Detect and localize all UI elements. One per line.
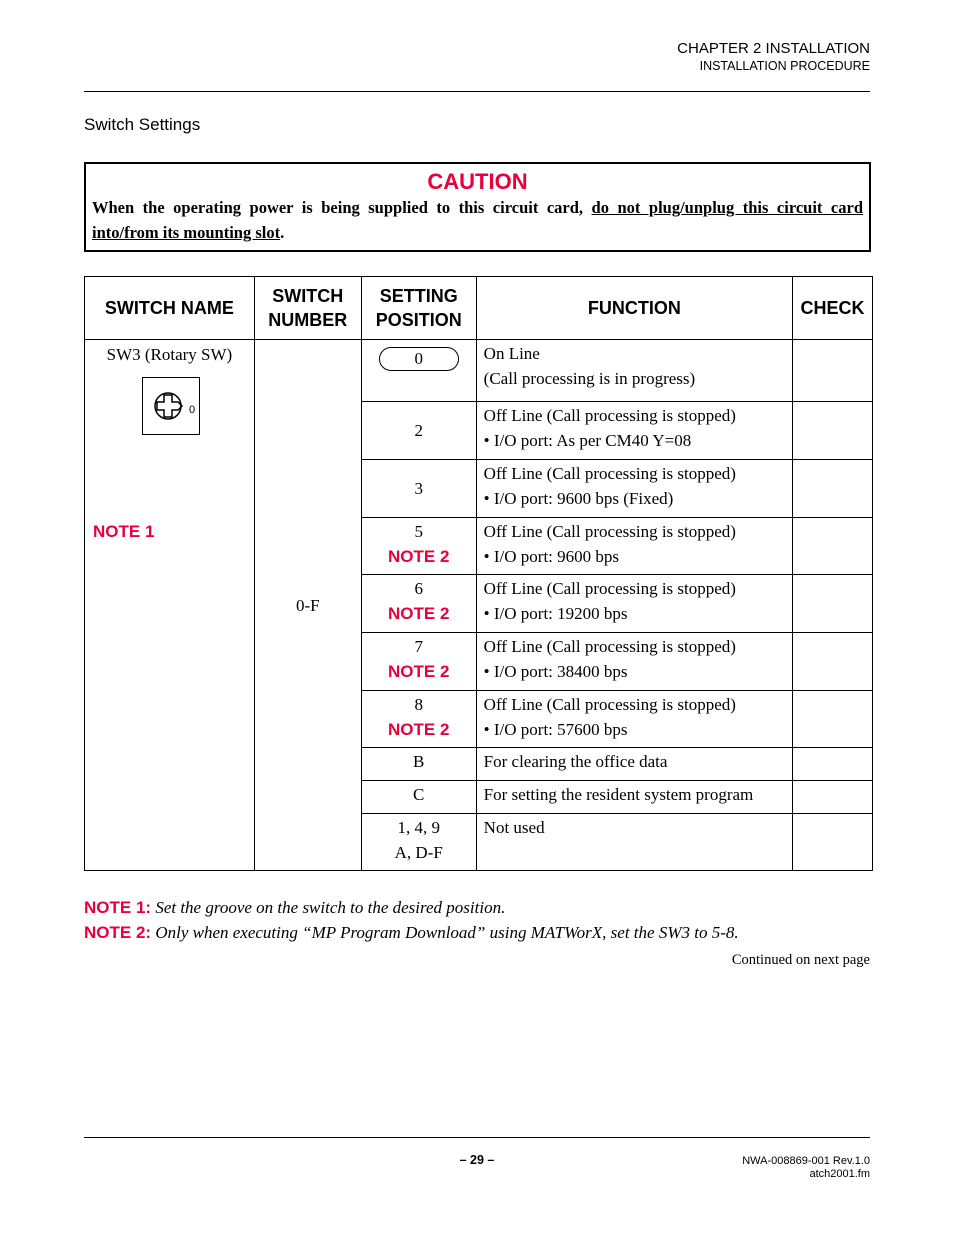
note-1-ref: NOTE 1 (93, 522, 155, 541)
check-cell[interactable] (792, 632, 873, 691)
setting-position: 8 NOTE 2 (360, 690, 477, 748)
check-cell[interactable] (792, 690, 873, 748)
switch-name-cell: SW3 (Rotary SW) 0 NOTE 1 (84, 339, 255, 871)
setting-position: 1, 4, 9 A, D-F (360, 813, 477, 871)
function-cell: Not used (475, 813, 794, 871)
note-text: Set the groove on the switch to the desi… (155, 898, 506, 917)
check-cell[interactable] (792, 459, 873, 518)
note-2-ref: NOTE 2 (388, 662, 450, 681)
continued-text: Continued on next page (731, 952, 870, 968)
switch-settings-table: SWITCH NAME SWITCH NUMBER SETTING POSITION… (84, 276, 873, 871)
doc-id: NWA-008869-001 Rev.1.0 (742, 1155, 870, 1167)
position-0-highlight: 0 (378, 347, 459, 371)
caution-text: When the operating power is being suppli… (86, 195, 869, 245)
setting-position: 7 NOTE 2 (360, 632, 477, 691)
setting-position: 6 NOTE 2 (360, 574, 477, 633)
setting-position: B (360, 747, 477, 781)
table-header-row: SWITCH NAME SWITCH NUMBER SETTING POSITION… (84, 276, 873, 340)
setting-position: 2 (360, 401, 477, 460)
function-cell: Off Line (Call processing is stopped) • I… (475, 401, 794, 460)
table-row: SW3 (Rotary SW) 0 NOTE 1 0-F 0 On Line (C… (84, 339, 873, 871)
check-cell[interactable] (792, 747, 873, 781)
check-cell[interactable] (792, 517, 873, 575)
note-text: Only when executing “MP Program Download… (155, 923, 739, 942)
caution-text-plain: When the operating power is being suppli… (92, 198, 592, 217)
function-cell: Off Line (Call processing is stopped) • I… (475, 517, 794, 575)
footer-doc-info: NWA-008869-001 Rev.1.0 atch2001.fm (742, 1155, 870, 1181)
switch-name: SW3 (Rotary SW) (106, 345, 233, 364)
note-label: NOTE 1: (84, 898, 152, 917)
note-2: NOTE 2: Only when executing “MP Program … (84, 923, 739, 943)
check-cell[interactable] (792, 574, 873, 633)
check-cell[interactable] (792, 813, 873, 871)
function-cell: Off Line (Call processing is stopped) • I… (475, 459, 794, 518)
header-setting-position: SETTING POSITION (360, 276, 477, 340)
switch-number: 0-F (253, 339, 362, 871)
check-cell[interactable] (792, 780, 873, 814)
section-title: Switch Settings (84, 115, 201, 134)
setting-position: C (360, 780, 477, 814)
header-function: FUNCTION (475, 276, 794, 340)
chapter-subtitle: INSTALLATION PROCEDURE (699, 59, 870, 73)
caution-text-end: . (280, 223, 285, 242)
check-cell[interactable] (792, 401, 873, 460)
note-label: NOTE 2: (84, 923, 152, 942)
function-cell: For setting the resident system program (475, 780, 794, 814)
page-header: CHAPTER 2 INSTALLATION INSTALLATION PROC… (677, 40, 870, 74)
header-switch-number: SWITCH NUMBER (253, 276, 362, 340)
chapter-title: CHAPTER 2 INSTALLATION (677, 40, 870, 57)
switch-position-label: 0 (189, 404, 196, 416)
setting-position: 0 (360, 339, 477, 402)
note-2-ref: NOTE 2 (388, 720, 450, 739)
rotary-switch-diagram: 0 (142, 377, 200, 435)
note-2-ref: NOTE 2 (388, 604, 450, 623)
caution-title: CAUTION (427, 169, 528, 194)
function-cell: Off Line (Call processing is stopped) • I… (475, 574, 794, 633)
function-cell: For clearing the office data (475, 747, 794, 781)
header-switch-name: SWITCH NAME (84, 276, 255, 340)
note-2-ref: NOTE 2 (388, 547, 450, 566)
function-cell: Off Line (Call processing is stopped) • I… (475, 632, 794, 691)
function-cell: Off Line (Call processing is stopped) • I… (475, 690, 794, 748)
header-divider (84, 91, 870, 92)
setting-position: 5 NOTE 2 (360, 517, 477, 575)
caution-box: CAUTION When the operating power is bein… (84, 162, 871, 252)
note-1: NOTE 1: Set the groove on the switch to … (84, 898, 505, 918)
setting-position: 3 (360, 459, 477, 518)
footer-divider (84, 1137, 870, 1138)
header-check: CHECK (792, 276, 873, 340)
function-cell: On Line (Call processing is in progress) (475, 339, 794, 402)
check-cell[interactable] (792, 339, 873, 402)
file-name: atch2001.fm (809, 1168, 870, 1180)
